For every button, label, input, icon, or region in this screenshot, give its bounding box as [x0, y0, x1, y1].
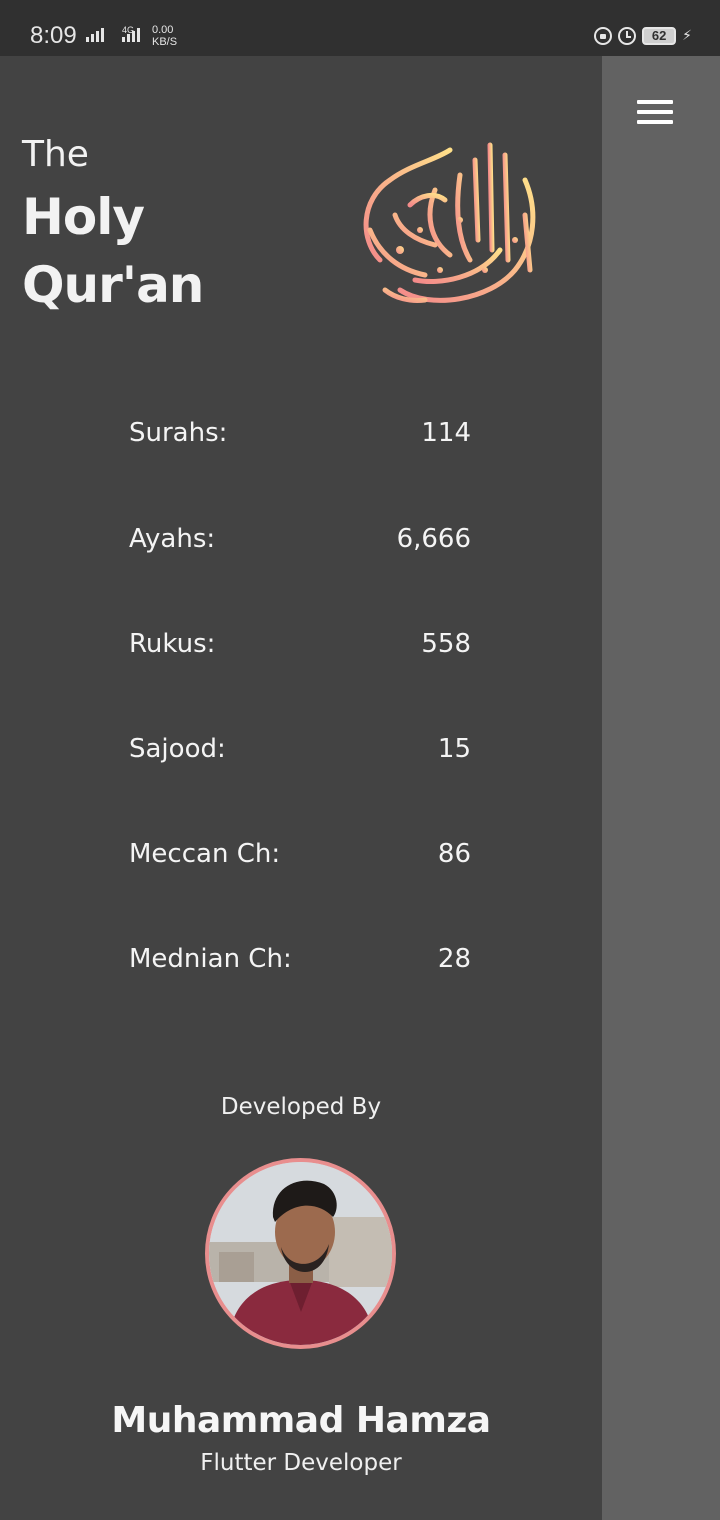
stat-row-mednian: Mednian Ch: 28 [129, 944, 471, 984]
stat-label: Sajood: [129, 734, 226, 764]
stat-value: 114 [421, 418, 471, 448]
speed-unit: KB/S [152, 36, 178, 48]
quran-calligraphy-logo [363, 142, 536, 303]
speed-value: 0.00 [152, 24, 174, 36]
developer-name: Muhammad Hamza [111, 1400, 491, 1441]
app-screen: 8:09 4G 0.00 KB/S 62 ⚡ The Holy Qur'an S… [0, 0, 720, 1520]
stat-label: Mednian Ch: [129, 944, 292, 974]
developer-avatar [205, 1158, 396, 1349]
battery-level: 62 [642, 27, 677, 45]
stat-row-meccan: Meccan Ch: 86 [129, 839, 471, 879]
charging-icon: ⚡ [682, 28, 692, 44]
developer-photo [209, 1162, 392, 1345]
stat-row-sajood: Sajood: 15 [129, 734, 471, 774]
stat-row-surahs: Surahs: 114 [129, 418, 471, 458]
developed-by-label: Developed By [220, 1094, 382, 1120]
status-time: 8:09 [30, 22, 77, 49]
stat-value: 558 [421, 629, 471, 659]
alarm-icon [618, 27, 637, 45]
stat-label: Ayahs: [129, 524, 216, 554]
status-bar: 8:09 4G 0.00 KB/S 62 ⚡ [0, 0, 720, 56]
stat-value: 86 [437, 839, 471, 869]
signal-strength-icon-2 [122, 28, 140, 42]
status-icons: 62 ⚡ [594, 27, 692, 45]
title-the: The [22, 134, 89, 175]
stat-label: Surahs: [129, 418, 228, 448]
network-speed: 0.00 KB/S [152, 24, 177, 48]
developer-role: Flutter Developer [200, 1450, 402, 1476]
title-holy: Holy [22, 188, 145, 246]
stat-value: 6,666 [396, 524, 471, 554]
stat-row-rukus: Rukus: 558 [129, 629, 471, 669]
stat-label: Meccan Ch: [129, 839, 281, 869]
stat-value: 28 [437, 944, 471, 974]
navigation-drawer: The Holy Qur'an Surahs: 114 Ayahs: 6,666… [0, 56, 602, 1520]
stat-row-ayahs: Ayahs: 6,666 [129, 524, 471, 564]
stat-value: 15 [437, 734, 471, 764]
lock-rotation-icon [594, 27, 613, 45]
hamburger-menu-icon[interactable] [630, 92, 680, 132]
title-quran: Qur'an [22, 256, 204, 314]
signal-strength-icon [86, 28, 104, 42]
stat-label: Rukus: [129, 629, 216, 659]
